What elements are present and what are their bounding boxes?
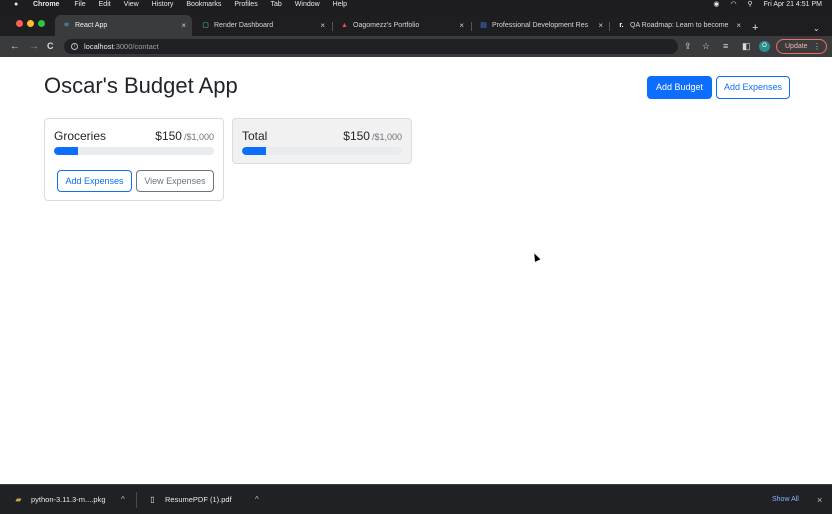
update-label: Update (785, 43, 808, 50)
menu-app-name[interactable]: Chrome (33, 1, 59, 8)
macos-menu-bar: ● Chrome File Edit View History Bookmark… (0, 0, 832, 9)
portfolio-icon: ▲ (341, 22, 348, 29)
chevron-up-icon[interactable]: ^ (121, 485, 125, 514)
shelf-divider (136, 492, 137, 508)
budget-progress-bar (54, 147, 214, 155)
react-icon: ⚛ (63, 22, 70, 29)
total-name: Total (242, 129, 268, 143)
browser-toolbar: ← → C i localhost:3000/contact ⇪ ☆ ≡ ◧ O… (0, 36, 832, 57)
budget-max: /$1,000 (183, 132, 214, 142)
download-name: python-3.11.3-m....pkg (31, 495, 106, 504)
tab-react-app[interactable]: ⚛ React App × (55, 15, 192, 36)
tab-label: React App (75, 22, 108, 29)
render-icon: ▢ (202, 22, 209, 29)
record-icon[interactable]: ◉ (713, 1, 719, 8)
share-icon[interactable]: ⇪ (684, 36, 692, 57)
menu-bookmarks[interactable]: Bookmarks (186, 1, 221, 8)
roadmap-icon: r. (619, 22, 624, 29)
total-max: /$1,000 (371, 132, 402, 142)
search-icon[interactable]: ⚲ (748, 1, 753, 8)
tab-portfolio[interactable]: ▲ Oagomezz's Portfolio × (333, 15, 470, 36)
total-progress-fill (242, 147, 266, 155)
budget-name: Groceries (54, 129, 107, 143)
total-progress-bar (242, 147, 402, 155)
page-title: Oscar's Budget App (44, 73, 238, 98)
tab-label: Render Dashboard (214, 22, 274, 29)
chevron-up-icon[interactable]: ^ (255, 485, 259, 514)
app-menus: Chrome File Edit View History Bookmarks … (33, 0, 358, 9)
status-area: ◉ ◠ ⚲ Fri Apr 21 4:51 PM (704, 0, 822, 9)
tab-professional-development[interactable]: ▤ Professional Development Res × (472, 15, 609, 36)
tab-label: Professional Development Res (492, 22, 589, 29)
download-item-resume[interactable]: ▯ ResumePDF (1).pdf ^ (148, 485, 268, 514)
menu-file[interactable]: File (74, 1, 85, 8)
back-icon[interactable]: ← (10, 36, 20, 57)
apple-menu-icon[interactable]: ● (14, 0, 18, 9)
menu-help[interactable]: Help (333, 1, 347, 8)
close-icon[interactable]: × (817, 485, 822, 514)
tab-label: QA Roadmap: Learn to become (630, 22, 729, 29)
update-button[interactable]: Update ⋮ (776, 39, 827, 54)
bookmark-star-icon[interactable]: ☆ (702, 36, 710, 57)
menu-profiles[interactable]: Profiles (234, 1, 257, 8)
tab-strip: ⚛ React App × ▢ Render Dashboard × ▲ Oag… (0, 9, 832, 36)
site-info-icon[interactable]: i (71, 43, 78, 50)
reading-list-icon[interactable]: ≡ (723, 36, 728, 57)
menu-window[interactable]: Window (295, 1, 320, 8)
budget-amount: $150/$1,000 (155, 129, 214, 143)
minimize-window-icon[interactable] (27, 20, 34, 27)
tab-close-icon[interactable]: × (736, 15, 741, 36)
tab-search-icon[interactable]: ⌄ (813, 24, 820, 33)
total-amount: $150/$1,000 (343, 129, 402, 143)
document-icon: ▤ (480, 22, 487, 29)
menu-tab[interactable]: Tab (271, 1, 282, 8)
budget-progress-fill (54, 147, 78, 155)
close-window-icon[interactable] (16, 20, 23, 27)
menu-edit[interactable]: Edit (99, 1, 111, 8)
tab-qa-roadmap[interactable]: r. QA Roadmap: Learn to become × (610, 15, 747, 36)
package-icon: ▰ (15, 495, 22, 504)
fullscreen-window-icon[interactable] (38, 20, 45, 27)
address-bar[interactable]: i localhost:3000/contact (64, 39, 678, 54)
download-shelf: ▰ python-3.11.3-m....pkg ^ ▯ ResumePDF (… (0, 484, 832, 514)
budget-card-total: Total $150/$1,000 (232, 118, 412, 164)
download-item-python[interactable]: ▰ python-3.11.3-m....pkg ^ (14, 485, 132, 514)
show-all-link[interactable]: Show All (772, 485, 799, 514)
tab-close-icon[interactable]: × (320, 15, 325, 36)
pdf-file-icon: ▯ (150, 495, 155, 504)
kebab-menu-icon[interactable]: ⋮ (813, 40, 821, 53)
reload-icon[interactable]: C (47, 36, 54, 57)
tab-close-icon[interactable]: × (459, 15, 464, 36)
budget-card-groceries: Groceries $150/$1,000 Add Expenses View … (44, 118, 224, 201)
add-budget-button[interactable]: Add Budget (647, 76, 712, 99)
clock[interactable]: Fri Apr 21 4:51 PM (764, 1, 822, 8)
wifi-icon[interactable]: ◠ (730, 1, 736, 8)
card-view-expenses-button[interactable]: View Expenses (136, 170, 214, 192)
tab-close-icon[interactable]: × (598, 15, 603, 36)
menu-history[interactable]: History (152, 1, 174, 8)
url-text[interactable]: localhost:3000/contact (84, 39, 159, 54)
download-name: ResumePDF (1).pdf (165, 495, 232, 504)
add-expenses-button[interactable]: Add Expenses (716, 76, 790, 99)
tab-render-dashboard[interactable]: ▢ Render Dashboard × (194, 15, 331, 36)
tab-close-icon[interactable]: × (181, 15, 186, 36)
page-content: Oscar's Budget App Add Budget Add Expens… (0, 57, 832, 484)
card-add-expenses-button[interactable]: Add Expenses (57, 170, 132, 192)
forward-icon[interactable]: → (29, 36, 39, 57)
new-tab-icon[interactable]: + (752, 23, 758, 34)
profile-avatar[interactable]: O (759, 41, 770, 52)
menu-view[interactable]: View (124, 1, 139, 8)
tab-label: Oagomezz's Portfolio (353, 22, 420, 29)
side-panel-icon[interactable]: ◧ (742, 36, 751, 57)
